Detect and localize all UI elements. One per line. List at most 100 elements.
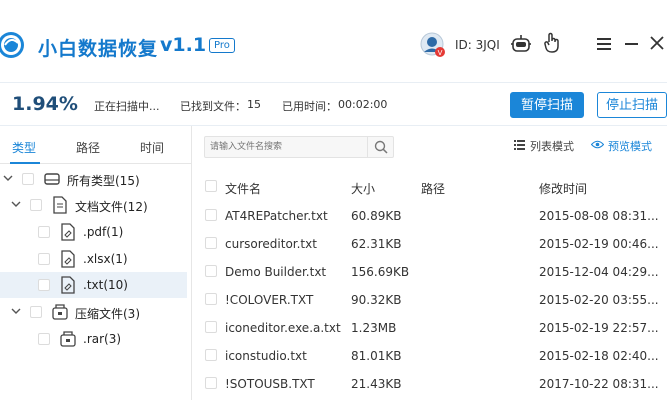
app-title: 小白数据恢复 [38,38,159,60]
search-button[interactable] [367,137,393,157]
scan-progress: 1.94% [12,93,78,115]
file-icon [61,276,75,294]
file-name: !COLOVER.TXT [225,293,314,307]
column-header-modified[interactable]: 修改时间 [539,180,587,197]
row-checkbox[interactable] [205,349,217,361]
active-tab-underline [10,162,40,164]
close-icon[interactable] [650,36,664,50]
search-box [204,136,394,158]
row-checkbox[interactable] [205,377,217,389]
table-header: 文件名 大小 路径 修改时间 [193,172,667,200]
file-size: 62.31KB [351,237,402,251]
file-size: 60.89KB [351,209,402,223]
tree-item-all-types[interactable]: 所有类型(15) [0,166,187,192]
file-modified: 2015-12-04 04:29... [539,265,659,279]
tree-item-pdf[interactable]: .pdf(1) [0,219,187,245]
file-size: 1.23MB [351,321,397,335]
row-checkbox[interactable] [205,321,217,333]
tree-checkbox[interactable] [38,279,50,291]
tree-item-label: .txt(10) [83,278,128,292]
menu-icon[interactable] [597,38,611,50]
tree-item-rar[interactable]: .rar(3) [0,326,187,352]
column-header-name[interactable]: 文件名 [225,180,261,197]
robot-icon[interactable] [510,33,532,55]
file-size: 21.43KB [351,377,402,391]
list-icon [514,140,525,150]
user-id: ID: 3JQI [455,38,500,52]
tree-item-label: 压缩文件(3) [75,307,140,321]
select-all-checkbox[interactable] [205,180,217,192]
file-name: !SOTOUSB.TXT [225,377,315,391]
column-header-path[interactable]: 路径 [421,180,445,197]
file-modified: 2015-02-20 03:55... [539,293,659,307]
tree-checkbox[interactable] [38,226,50,238]
search-input[interactable] [205,137,367,157]
tree-checkbox[interactable] [38,333,50,345]
tree-item-label: 所有类型(15) [67,174,140,188]
archive-icon [60,331,76,347]
list-mode-label: 列表模式 [530,140,574,153]
file-name: Demo Builder.txt [225,265,327,279]
hand-cursor-icon[interactable] [543,32,561,54]
row-checkbox[interactable] [205,265,217,277]
tab-time[interactable]: 时间 [140,139,164,156]
app-logo-icon [0,32,24,58]
row-checkbox[interactable] [205,237,217,249]
table-row[interactable]: AT4REPatcher.txt 60.89KB 2015-08-08 08:3… [193,201,667,229]
tree-item-documents[interactable]: 文档文件(12) [0,192,187,218]
app-version: v1.1 [160,34,207,56]
scan-status-text: 正在扫描中... [94,100,160,113]
pause-scan-button[interactable]: 暂停扫描 [510,92,584,118]
stop-scan-button[interactable]: 停止扫描 [597,92,667,118]
file-icon [61,250,75,268]
category-panel: 类型 路径 时间 所有类型(15) 文档文件(12) .pdf(1) .xlsx… [0,126,192,400]
table-row[interactable]: Demo Builder.txt 156.69KB 2015-12-04 04:… [193,257,667,285]
scan-status-bar: 1.94% 正在扫描中... 已找到文件： 15 已用时间： 00:02:00 … [0,82,667,126]
file-name: iconstudio.txt [225,349,307,363]
search-icon [374,140,388,154]
tree-checkbox[interactable] [22,173,34,185]
tree-item-xlsx[interactable]: .xlsx(1) [0,246,187,272]
table-row[interactable]: !COLOVER.TXT 90.32KB 2015-02-20 03:55... [193,285,667,313]
tree-item-txt[interactable]: .txt(10) [0,272,187,298]
document-icon [53,196,67,214]
tree-item-archives[interactable]: 压缩文件(3) [0,299,187,325]
table-row[interactable]: iconeditor.exe.a.txt 1.23MB 2015-02-19 2… [193,313,667,341]
tree-item-label: .xlsx(1) [83,252,128,266]
tree-item-label: .rar(3) [83,332,122,346]
tree-item-label: 文档文件(12) [75,200,148,214]
tree-checkbox[interactable] [30,306,42,318]
chevron-down-icon[interactable] [11,306,21,316]
found-count: 15 [247,98,261,111]
table-row[interactable]: !SOTOUSB.TXT 21.43KB 2017-10-22 08:31... [193,369,667,397]
row-checkbox[interactable] [205,293,217,305]
table-row[interactable]: iconstudio.txt 81.01KB 2015-02-18 02:40.… [193,341,667,369]
file-modified: 2017-10-22 08:31... [539,377,659,391]
chevron-down-icon[interactable] [3,173,13,183]
avatar-icon[interactable]: V [420,32,446,58]
preview-mode-label: 预览模式 [608,140,652,153]
table-row[interactable]: cursoreditor.txt 62.31KB 2015-02-19 00:4… [193,229,667,257]
file-icon [61,223,75,241]
archive-icon [52,304,68,320]
list-mode-button[interactable]: 列表模式 [514,138,574,154]
minimize-icon[interactable] [625,43,638,45]
file-modified: 2015-02-19 22:57... [539,321,659,335]
elapsed-label: 已用时间： [282,100,337,113]
file-modified: 2015-02-19 00:46... [539,237,659,251]
column-header-size[interactable]: 大小 [351,180,375,197]
drive-icon [44,173,60,185]
file-name: iconeditor.exe.a.txt [225,321,341,335]
category-tabs: 类型 路径 时间 [0,126,192,164]
preview-mode-button[interactable]: 预览模式 [591,138,652,154]
file-name: cursoreditor.txt [225,237,317,251]
tab-path[interactable]: 路径 [76,139,100,156]
tab-type[interactable]: 类型 [12,139,36,156]
elapsed-time: 00:02:00 [338,98,388,111]
file-size: 156.69KB [351,265,410,279]
row-checkbox[interactable] [205,209,217,221]
chevron-down-icon[interactable] [11,199,21,209]
tree-checkbox[interactable] [38,253,50,265]
tree-checkbox[interactable] [30,199,42,211]
svg-text:V: V [438,49,443,57]
